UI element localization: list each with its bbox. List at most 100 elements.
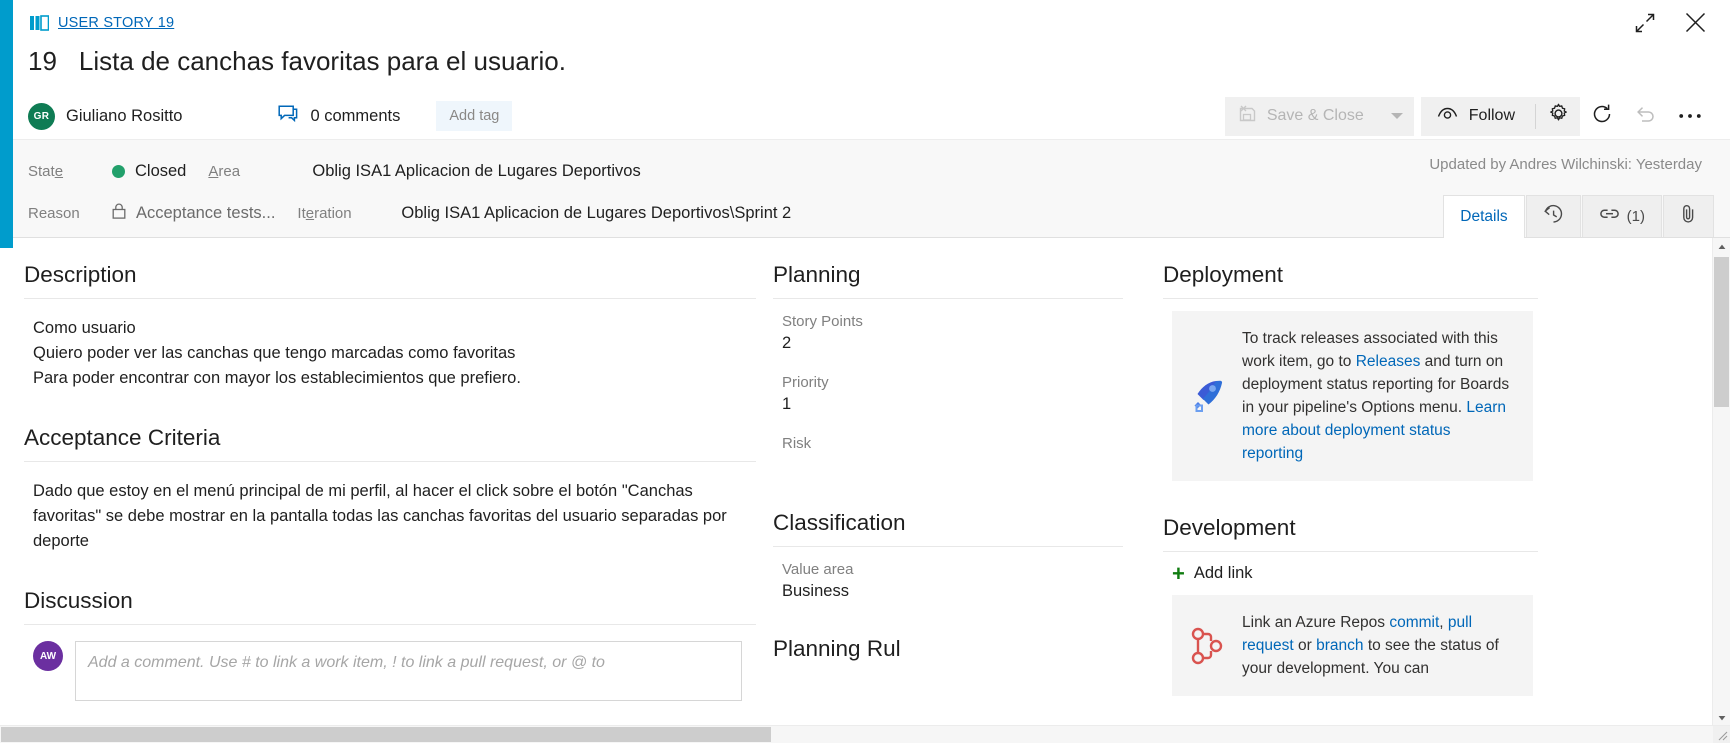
deployment-column: Deployment To track releases associated … — [1155, 238, 1559, 743]
reason-text: Acceptance tests... — [136, 203, 276, 222]
area-label: Area — [208, 162, 241, 180]
follow-group: Follow — [1420, 96, 1580, 136]
description-header: Description — [24, 262, 756, 299]
state-dot-icon — [112, 164, 125, 178]
planning-rules-heading: Planning Rul — [773, 636, 901, 661]
add-link-label: Add link — [1193, 564, 1253, 582]
reason-value[interactable]: Acceptance tests... — [112, 203, 275, 224]
breadcrumb-link[interactable]: USER STORY 19 — [58, 15, 174, 31]
undo-button[interactable] — [1624, 97, 1668, 136]
comment-input[interactable]: Add a comment. Use # to link a work item… — [75, 641, 742, 701]
links-count: (1) — [1626, 208, 1645, 225]
more-ellipsis-icon — [1678, 107, 1702, 125]
description-body[interactable]: Como usuario Quiero poder ver las cancha… — [24, 299, 765, 391]
vertical-scrollbar[interactable] — [1712, 238, 1730, 743]
updated-by-text: Updated by Andres Wilchinski: Yesterday — [1429, 156, 1702, 173]
area-value[interactable]: Oblig ISA1 Aplicacion de Lugares Deporti… — [312, 162, 640, 181]
user-story-icon — [30, 15, 50, 31]
save-options-dropdown[interactable] — [1380, 97, 1414, 136]
horizontal-scrollbar[interactable] — [0, 725, 1730, 743]
commit-link[interactable]: commit — [1389, 614, 1439, 631]
reason-label: Reason — [28, 204, 80, 222]
iteration-label: Iteration — [297, 204, 352, 222]
risk-label: Risk — [782, 435, 812, 452]
work-item-dialog: USER STORY 19 19 Lista de canchas favori… — [0, 0, 1730, 743]
scroll-up-arrow[interactable] — [1713, 238, 1730, 255]
tab-attachments[interactable] — [1663, 195, 1714, 237]
settings-button[interactable] — [1536, 97, 1580, 136]
work-item-tabs: Details (1) — [1442, 195, 1714, 238]
close-dialog-button[interactable] — [1676, 8, 1714, 42]
expand-button[interactable] — [1626, 8, 1664, 42]
story-points-value[interactable]: 2 — [782, 334, 1155, 354]
scroll-down-arrow[interactable] — [1713, 709, 1730, 726]
iteration-value[interactable]: Oblig ISA1 Aplicacion de Lugares Deporti… — [401, 204, 791, 223]
branch-link[interactable]: branch — [1316, 637, 1363, 654]
undo-icon — [1635, 103, 1657, 130]
follow-button[interactable]: Follow — [1421, 97, 1535, 136]
comment-placeholder: Add a comment. Use # to link a work item… — [88, 654, 605, 671]
work-item-title-row: 19 Lista de canchas favoritas para el us… — [0, 46, 1730, 77]
development-comma: , — [1439, 614, 1448, 631]
resize-grip[interactable] — [1713, 726, 1730, 743]
state-value[interactable]: Closed — [112, 162, 186, 181]
tab-links[interactable]: (1) — [1581, 195, 1662, 237]
acceptance-criteria-section: Acceptance Criteria Dado que estoy en el… — [24, 425, 765, 554]
planning-header: Planning — [773, 262, 1123, 299]
plus-icon: + — [1172, 560, 1185, 586]
risk-value[interactable] — [782, 456, 1155, 476]
add-link-button[interactable]: + Add link — [1172, 560, 1559, 586]
tab-history[interactable] — [1525, 195, 1581, 237]
development-header: Development — [1163, 515, 1538, 552]
history-icon — [1543, 204, 1564, 229]
description-heading: Description — [24, 262, 137, 287]
releases-link[interactable]: Releases — [1356, 353, 1421, 370]
development-or: or — [1293, 637, 1317, 654]
add-tag-button[interactable]: Add tag — [436, 101, 513, 131]
state-row: State Closed Area Oblig ISA1 Aplicacion … — [28, 150, 791, 192]
comments-link[interactable]: 0 comments — [278, 104, 401, 128]
reason-row: Reason Acceptance tests... Iteration Obl… — [28, 192, 791, 234]
work-item-header: USER STORY 19 19 Lista de canchas favori… — [0, 0, 1730, 139]
rocket-icon — [1186, 327, 1228, 465]
vertical-scroll-thumb[interactable] — [1714, 257, 1729, 407]
repo-branch-icon — [1186, 611, 1228, 680]
priority-value[interactable]: 1 — [782, 395, 1155, 415]
lock-icon — [112, 203, 126, 224]
work-item-id: 19 — [28, 46, 57, 76]
development-heading: Development — [1163, 515, 1296, 540]
save-close-button[interactable]: Save & Close — [1225, 97, 1380, 136]
discussion-header: Discussion — [24, 588, 756, 625]
development-section: Development + Add link Link an Azure Rep… — [1163, 515, 1559, 696]
development-text-1: Link an Azure Repos — [1242, 614, 1390, 631]
description-line: Como usuario — [33, 319, 136, 337]
resize-grip-icon — [1718, 731, 1728, 741]
horizontal-scroll-thumb[interactable] — [1, 727, 771, 742]
work-item-accent-bar — [0, 0, 13, 248]
classification-heading: Classification — [773, 510, 906, 535]
avatar[interactable]: AW — [33, 641, 63, 671]
refresh-icon — [1591, 103, 1613, 130]
description-section: Description Como usuario Quiero poder ve… — [24, 262, 765, 391]
acceptance-criteria-text: Dado que estoy en el menú principal de m… — [33, 482, 727, 550]
comments-count: 0 comments — [310, 106, 401, 125]
avatar[interactable]: GR — [28, 102, 55, 130]
work-item-title[interactable]: Lista de canchas favoritas para el usuar… — [79, 46, 566, 77]
value-area-value[interactable]: Business — [782, 582, 1155, 602]
acceptance-criteria-header: Acceptance Criteria — [24, 425, 756, 462]
tab-details[interactable]: Details — [1443, 195, 1525, 238]
more-actions-button[interactable] — [1668, 97, 1712, 136]
assigned-to-field[interactable]: Giuliano Rositto — [66, 107, 182, 126]
classification-fields: Value area Business — [773, 547, 1155, 602]
discussion-heading: Discussion — [24, 588, 133, 613]
attachment-icon — [1680, 204, 1697, 229]
work-item-body: Description Como usuario Quiero poder ve… — [0, 238, 1730, 743]
comment-icon — [278, 104, 298, 128]
work-item-meta-row: GR Giuliano Rositto 0 comments Add tag S… — [0, 93, 1730, 139]
acceptance-criteria-heading: Acceptance Criteria — [24, 425, 221, 450]
follow-eye-icon — [1437, 107, 1458, 126]
work-item-fields-strip: State Closed Area Oblig ISA1 Aplicacion … — [0, 139, 1730, 238]
refresh-button[interactable] — [1580, 97, 1624, 136]
acceptance-criteria-body[interactable]: Dado que estoy en el menú principal de m… — [24, 462, 741, 554]
deployment-info-text: To track releases associated with this w… — [1242, 327, 1515, 465]
